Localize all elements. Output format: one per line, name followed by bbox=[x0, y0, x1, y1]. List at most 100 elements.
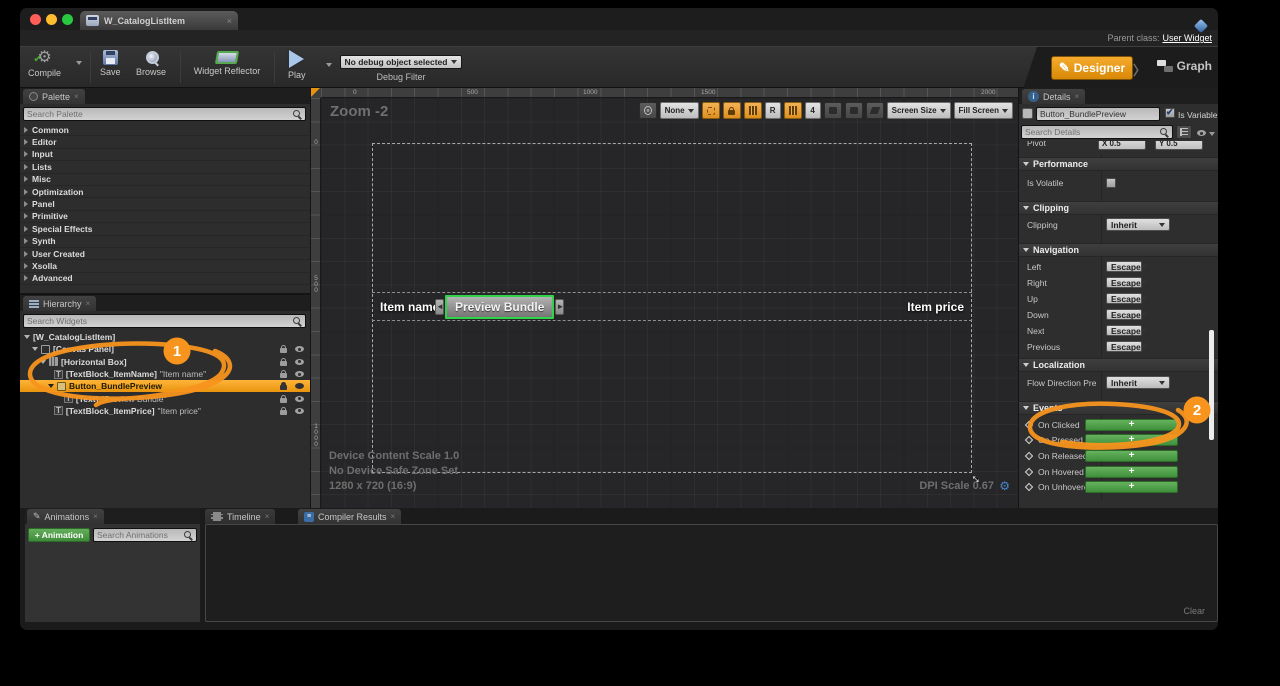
preview-bundle-button[interactable]: Preview Bundle bbox=[445, 295, 554, 319]
expander-icon[interactable] bbox=[48, 384, 54, 388]
add-animation-button[interactable]: + Animation bbox=[28, 528, 90, 542]
palette-category-panel[interactable]: Panel bbox=[20, 198, 310, 210]
visibility-icon[interactable] bbox=[295, 371, 304, 377]
clear-button[interactable]: Clear bbox=[1183, 606, 1205, 616]
on-clicked-add-button[interactable]: + bbox=[1085, 419, 1178, 431]
palette-search-input[interactable] bbox=[27, 109, 290, 119]
play-button[interactable]: Play bbox=[288, 50, 306, 80]
tab-compiler-results[interactable]: ≡ Compiler Results × bbox=[298, 509, 401, 524]
palette-category-editor[interactable]: Editor bbox=[20, 136, 310, 148]
details-search-input[interactable] bbox=[1025, 127, 1157, 137]
rotation-mode-button[interactable]: R bbox=[765, 102, 781, 119]
compile-options-caret-icon[interactable] bbox=[76, 61, 82, 65]
grid-snap-size-button[interactable]: 4 bbox=[805, 102, 821, 119]
lock-icon[interactable] bbox=[280, 361, 287, 366]
respect-locks-button[interactable] bbox=[744, 102, 762, 119]
details-scrollbar[interactable] bbox=[1209, 330, 1214, 440]
is-volatile-checkbox[interactable] bbox=[1106, 178, 1116, 188]
canvas-grid[interactable]: Zoom -2 None R 4 Screen Size Fill Screen… bbox=[321, 98, 1018, 508]
expander-icon[interactable] bbox=[32, 347, 38, 351]
transform-mode-button[interactable] bbox=[824, 102, 842, 119]
close-tab-icon[interactable]: × bbox=[227, 16, 232, 26]
palette-category-primitive[interactable]: Primitive bbox=[20, 211, 310, 223]
on-hovered-add-button[interactable]: + bbox=[1085, 466, 1178, 478]
lock-icon[interactable] bbox=[280, 348, 287, 353]
palette-category-common[interactable]: Common bbox=[20, 124, 310, 136]
on-released-add-button[interactable]: + bbox=[1085, 450, 1178, 462]
lock-icon[interactable] bbox=[280, 410, 287, 415]
item-name-widget[interactable]: Item name bbox=[380, 300, 439, 314]
visibility-icon[interactable] bbox=[295, 346, 304, 352]
events-section-header[interactable]: Events bbox=[1019, 401, 1218, 415]
palette-category-synth[interactable]: Synth bbox=[20, 236, 310, 248]
tab-animations[interactable]: ✎ Animations × bbox=[27, 509, 104, 524]
localization-section-header[interactable]: Localization bbox=[1019, 358, 1218, 372]
performance-section-header[interactable]: Performance bbox=[1019, 157, 1218, 171]
nav-left-dropdown[interactable]: Escape bbox=[1106, 261, 1142, 272]
localization-preview-button[interactable] bbox=[639, 102, 657, 119]
expander-icon[interactable] bbox=[40, 360, 46, 364]
nav-next-dropdown[interactable]: Escape bbox=[1106, 325, 1142, 336]
tab-palette[interactable]: Palette × bbox=[23, 89, 85, 104]
on-pressed-add-button[interactable]: + bbox=[1085, 434, 1178, 446]
animations-search-input[interactable] bbox=[97, 530, 181, 540]
flag-dropdown[interactable]: None bbox=[660, 102, 699, 119]
palette-category-special-effects[interactable]: Special Effects bbox=[20, 223, 310, 235]
display-filter-button[interactable] bbox=[1176, 125, 1192, 139]
tab-details[interactable]: i Details × bbox=[1022, 89, 1085, 104]
palette-category-misc[interactable]: Misc bbox=[20, 174, 310, 186]
debug-object-dropdown[interactable]: No debug object selected bbox=[340, 55, 462, 69]
fill-screen-dropdown[interactable]: Fill Screen bbox=[954, 102, 1013, 119]
is-variable-checkbox[interactable] bbox=[1165, 108, 1175, 118]
save-button[interactable]: Save bbox=[100, 50, 121, 77]
pivot-y-field[interactable]: Y 0.5 bbox=[1155, 141, 1203, 150]
tree-row-textblock-itemprice[interactable]: T [TextBlock_ItemPrice] "Item price" bbox=[20, 405, 310, 417]
nav-up-dropdown[interactable]: Escape bbox=[1106, 293, 1142, 304]
caret-down-icon[interactable] bbox=[1209, 132, 1215, 136]
visibility-icon[interactable] bbox=[295, 408, 304, 414]
graph-mode-button[interactable]: Graph bbox=[1157, 59, 1212, 73]
flow-direction-dropdown[interactable]: Inherit bbox=[1106, 376, 1170, 389]
play-options-caret-icon[interactable] bbox=[326, 63, 332, 67]
visibility-icon[interactable] bbox=[295, 359, 304, 365]
close-icon[interactable]: × bbox=[93, 512, 98, 521]
palette-category-input[interactable]: Input bbox=[20, 149, 310, 161]
hierarchy-search-input[interactable] bbox=[27, 316, 290, 326]
horizontal-box-widget[interactable]: Item name ◄ Preview Bundle ► Item price bbox=[372, 292, 972, 321]
close-icon[interactable]: × bbox=[74, 92, 79, 101]
zoom-window-button[interactable] bbox=[62, 14, 73, 25]
palette-search[interactable] bbox=[23, 107, 306, 121]
on-unhovered-add-button[interactable]: + bbox=[1085, 481, 1178, 493]
palette-category-xsolla[interactable]: Xsolla bbox=[20, 260, 310, 272]
mirror-preview-button[interactable] bbox=[866, 102, 884, 119]
minimize-window-button[interactable] bbox=[46, 14, 57, 25]
tab-timeline[interactable]: Timeline × bbox=[205, 509, 275, 524]
preview-bundle-button-widget[interactable]: ◄ Preview Bundle ► bbox=[435, 295, 564, 319]
tree-row-text-preview-bundle[interactable]: T [Text] "Preview Bundle" bbox=[20, 393, 310, 405]
tab-hierarchy[interactable]: Hierarchy × bbox=[23, 296, 96, 311]
widget-reflector-button[interactable]: Widget Reflector bbox=[188, 50, 266, 76]
resize-handle-left[interactable]: ◄ bbox=[435, 299, 444, 315]
palette-category-lists[interactable]: Lists bbox=[20, 161, 310, 173]
visibility-icon[interactable] bbox=[295, 383, 304, 389]
widget-name-field[interactable] bbox=[1036, 107, 1160, 121]
browse-button[interactable]: Browse bbox=[136, 50, 166, 77]
lock-icon[interactable] bbox=[280, 385, 287, 390]
close-icon[interactable]: × bbox=[1075, 92, 1080, 101]
hierarchy-search[interactable] bbox=[23, 314, 306, 328]
tree-row-textblock-itemname[interactable]: T [TextBlock_ItemName] "Item name" bbox=[20, 368, 310, 380]
visibility-icon[interactable] bbox=[295, 396, 304, 402]
palette-category-user-created[interactable]: User Created bbox=[20, 248, 310, 260]
nav-previous-dropdown[interactable]: Escape bbox=[1106, 341, 1142, 352]
close-icon[interactable]: × bbox=[265, 512, 270, 521]
tree-row-button-bundlepreview[interactable]: Button_BundlePreview bbox=[20, 380, 310, 392]
designer-viewport[interactable]: 0 500 1000 1500 2000 0 5 0 0 1 0 0 0 Zoo… bbox=[311, 88, 1018, 508]
nav-right-dropdown[interactable]: Escape bbox=[1106, 277, 1142, 288]
lock-icon[interactable] bbox=[280, 373, 287, 378]
details-search[interactable] bbox=[1021, 125, 1173, 139]
clipping-section-header[interactable]: Clipping bbox=[1019, 201, 1218, 215]
palette-category-advanced[interactable]: Advanced bbox=[20, 273, 310, 285]
resize-handle-right[interactable]: ► bbox=[555, 299, 564, 315]
close-window-button[interactable] bbox=[30, 14, 41, 25]
widget-name-input[interactable] bbox=[1040, 109, 1156, 119]
